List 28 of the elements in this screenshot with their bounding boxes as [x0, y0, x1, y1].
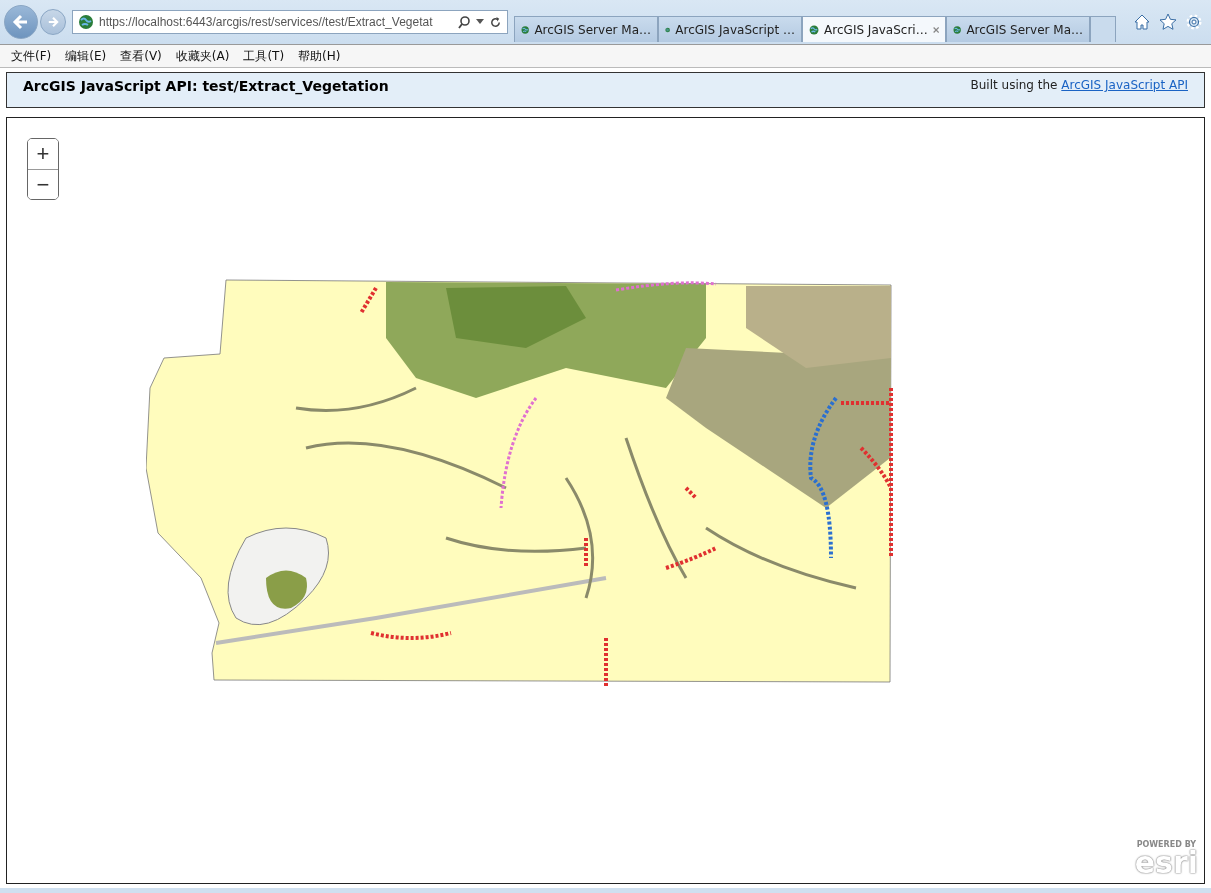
- dropdown-icon[interactable]: [476, 19, 484, 25]
- globe-icon: [78, 14, 94, 30]
- browser-tab[interactable]: ArcGIS JavaScri…: [802, 16, 946, 42]
- forward-button[interactable]: [40, 9, 66, 35]
- credit-text: Built using the: [970, 78, 1058, 92]
- search-icon[interactable]: [457, 15, 471, 29]
- menu-item[interactable]: 查看(V): [113, 47, 169, 65]
- home-icon[interactable]: [1133, 13, 1151, 31]
- api-link[interactable]: ArcGIS JavaScript API: [1061, 78, 1188, 92]
- menu-item[interactable]: 编辑(E): [58, 47, 114, 65]
- refresh-icon[interactable]: [489, 15, 502, 29]
- browser-tab[interactable]: ArcGIS Server Ma…: [514, 16, 658, 42]
- menu-item[interactable]: 收藏夹(A): [168, 47, 237, 65]
- close-icon[interactable]: [932, 24, 939, 35]
- settings-icon[interactable]: [1185, 13, 1203, 31]
- page-title: ArcGIS JavaScript API: test/Extract_Vegetation: [23, 78, 389, 94]
- browser-tab[interactable]: ArcGIS JavaScript …: [658, 16, 802, 42]
- right-arrow-icon: [46, 15, 60, 29]
- zoom-out-button[interactable]: −: [28, 169, 58, 199]
- back-button[interactable]: [4, 5, 38, 39]
- url-text: https://localhost:6443/arcgis/rest/services//test/Extract_Vegetat: [99, 15, 434, 29]
- powered-by-logo: POWERED BY esri: [1134, 840, 1198, 877]
- star-icon[interactable]: [1159, 13, 1177, 31]
- address-bar[interactable]: https://localhost:6443/arcgis/rest/services//test/Extract_Vegetat: [72, 10, 508, 34]
- menu-item[interactable]: 文件(F): [4, 47, 59, 65]
- browser-tab[interactable]: ArcGIS Server Ma…: [946, 16, 1090, 42]
- menu-item[interactable]: 帮助(H): [291, 47, 348, 65]
- menu-item[interactable]: 工具(T): [236, 47, 292, 65]
